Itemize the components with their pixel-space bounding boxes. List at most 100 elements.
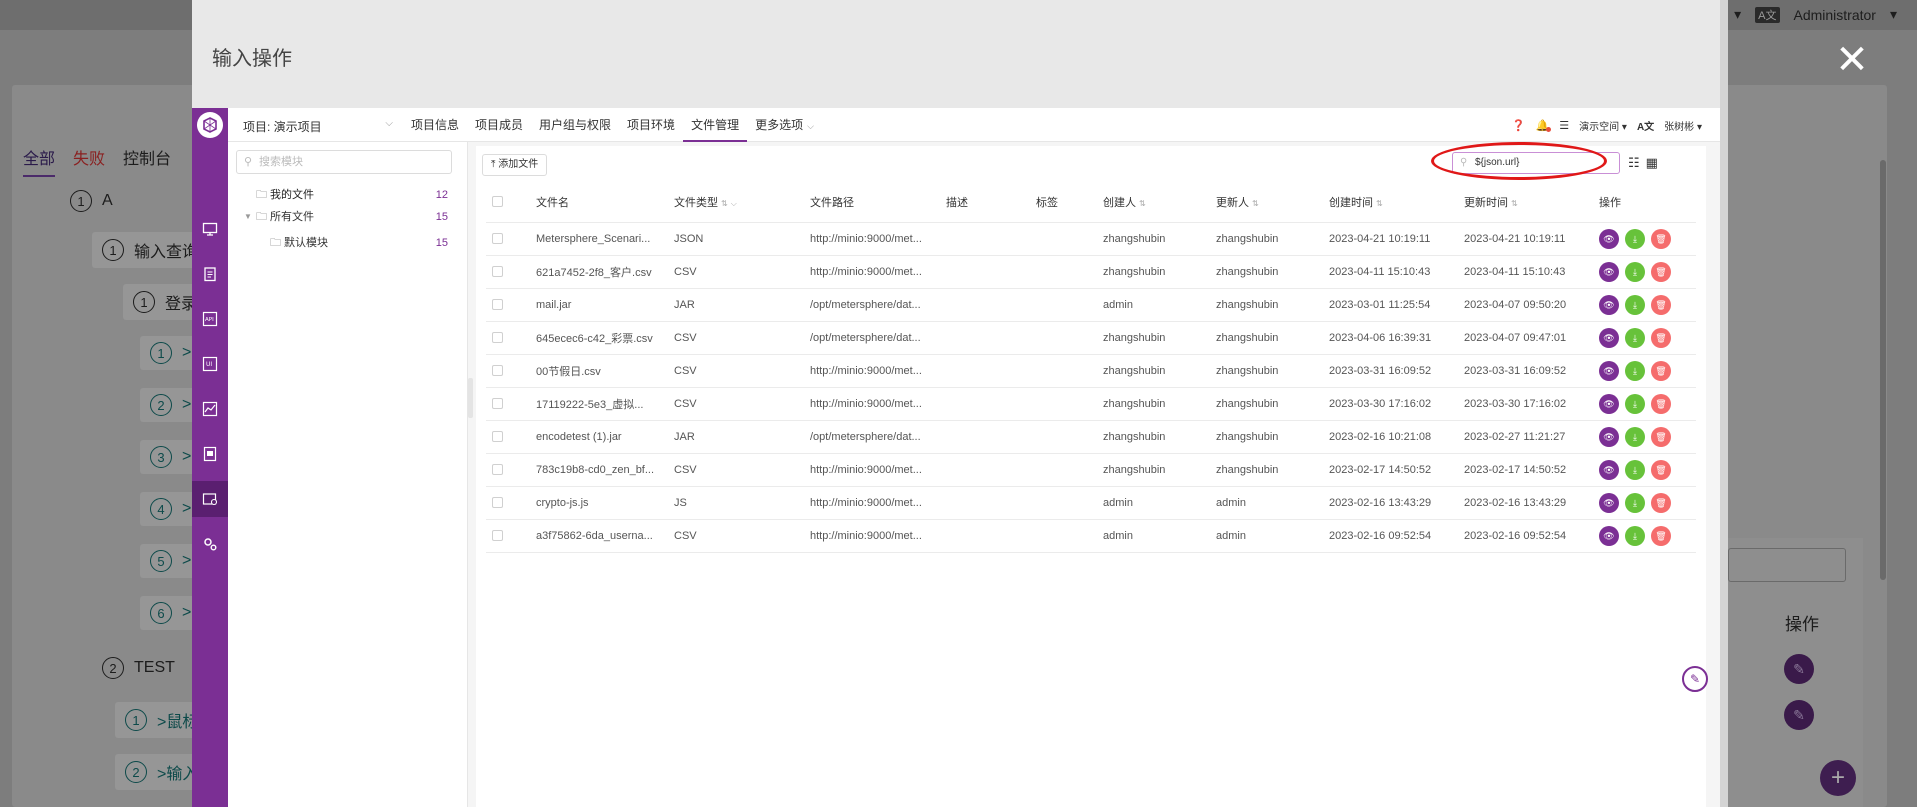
table-row[interactable]: 17119222-5e3_虚拟... CSV http://minio:9000/m… <box>486 387 1696 421</box>
col-create-time[interactable]: 创建时间 ⇅ <box>1329 182 1464 223</box>
workspace-selector[interactable]: 演示空间 ▾ <box>1579 118 1627 133</box>
sidebar-project-settings-icon[interactable] <box>192 481 228 517</box>
view-icon[interactable]: 👁 <box>1599 492 1619 513</box>
table-row[interactable]: Metersphere_Scenari... JSON http://minio:9… <box>486 222 1696 256</box>
sidebar-performance-icon[interactable] <box>192 391 228 427</box>
download-icon[interactable]: ⤓ <box>1625 525 1645 546</box>
col-creator[interactable]: 创建人 ⇅ <box>1103 182 1216 223</box>
sidebar-system-settings-icon[interactable] <box>192 526 228 562</box>
view-icon[interactable]: 👁 <box>1599 327 1619 348</box>
view-icon[interactable]: 👁 <box>1599 360 1619 381</box>
background-tree-node: 1A <box>60 184 123 218</box>
table-row[interactable]: a3f75862-6da_userna... CSV http://minio:90… <box>486 519 1696 553</box>
view-icon[interactable]: 👁 <box>1599 228 1619 249</box>
download-icon[interactable]: ⤓ <box>1625 426 1645 447</box>
filter-icon[interactable]: ⌵ <box>731 199 737 208</box>
nav-file-management[interactable]: 文件管理 <box>683 108 748 142</box>
cell-tags <box>1036 519 1103 553</box>
download-icon[interactable]: ⤓ <box>1625 459 1645 480</box>
view-icon[interactable]: 👁 <box>1599 261 1619 282</box>
sidebar-ui-icon[interactable]: UI <box>192 346 228 382</box>
download-icon[interactable]: ⤓ <box>1625 393 1645 414</box>
row-checkbox[interactable] <box>492 299 503 311</box>
delete-icon[interactable]: 🗑 <box>1651 360 1671 381</box>
grid-view-icon[interactable]: ▦ <box>1646 155 1658 171</box>
project-selector[interactable]: 项目: 演示项目 ⌵ <box>243 118 393 135</box>
floating-help-icon[interactable]: ✎ <box>1682 666 1708 692</box>
table-row[interactable]: 783c19b8-cd0_zen_bf... CSV http://minio:90… <box>486 453 1696 487</box>
delete-icon[interactable]: 🗑 <box>1651 426 1671 447</box>
user-menu[interactable]: 张树彬 ▾ <box>1664 118 1702 133</box>
nav-user-groups[interactable]: 用户组与权限 <box>531 108 619 142</box>
sort-icon[interactable]: ⇅ <box>1511 199 1518 208</box>
delete-icon[interactable]: 🗑 <box>1651 459 1671 480</box>
view-icon[interactable]: 👁 <box>1599 525 1619 546</box>
row-checkbox[interactable] <box>492 266 503 278</box>
bell-icon[interactable]: 🔔 <box>1536 119 1551 132</box>
delete-icon[interactable]: 🗑 <box>1651 228 1671 249</box>
sidebar-workstation-icon[interactable] <box>192 211 228 247</box>
delete-icon[interactable]: 🗑 <box>1651 327 1671 348</box>
col-file-type[interactable]: 文件类型 ⇅ ⌵ <box>674 182 810 223</box>
tree-node-default-module[interactable]: 🗀 默认模块 15 <box>228 232 458 254</box>
delete-icon[interactable]: 🗑 <box>1651 294 1671 315</box>
view-icon[interactable]: 👁 <box>1599 294 1619 315</box>
nav-project-members[interactable]: 项目成员 <box>467 108 531 142</box>
nav-project-env[interactable]: 项目环境 <box>619 108 683 142</box>
delete-icon[interactable]: 🗑 <box>1651 261 1671 282</box>
panel-splitter[interactable] <box>468 378 473 418</box>
tree-node-all-files[interactable]: ▼ 🗀 所有文件 15 <box>228 206 458 228</box>
delete-icon[interactable]: 🗑 <box>1651 492 1671 513</box>
background-user-menu: ▾ A文 Administrator ▾ <box>1734 6 1897 23</box>
sort-icon[interactable]: ⇅ <box>1376 199 1383 208</box>
close-dialog-icon[interactable]: ✕ <box>1834 40 1870 80</box>
row-checkbox[interactable] <box>492 497 503 509</box>
cell-create-time: 2023-02-16 10:21:08 <box>1329 420 1464 454</box>
nav-more-options[interactable]: 更多选项 ⌵ <box>747 108 822 142</box>
row-checkbox[interactable] <box>492 464 503 476</box>
view-icon[interactable]: 👁 <box>1599 393 1619 414</box>
module-search-input[interactable]: ⚲ 搜索模块 <box>236 150 452 174</box>
col-updater[interactable]: 更新人 ⇅ <box>1216 182 1329 223</box>
row-checkbox[interactable] <box>492 398 503 410</box>
sort-icon[interactable]: ⇅ <box>1139 199 1146 208</box>
table-row[interactable]: crypto-js.js JS http://minio:9000/met... ad… <box>486 486 1696 520</box>
view-icon[interactable]: 👁 <box>1599 459 1619 480</box>
download-icon[interactable]: ⤓ <box>1625 228 1645 249</box>
task-list-icon[interactable]: ☰ <box>1559 119 1569 132</box>
col-update-time[interactable]: 更新时间 ⇅ <box>1464 182 1599 223</box>
table-row[interactable]: 645ecec6-c42_彩票.csv CSV/opt/metersphere/d… <box>486 321 1696 355</box>
row-checkbox[interactable] <box>492 431 503 443</box>
dialog-title: 输入操作 <box>212 48 292 70</box>
sort-icon[interactable]: ⇅ <box>1252 199 1259 208</box>
language-icon[interactable]: A文 <box>1637 118 1654 133</box>
nav-project-info[interactable]: 项目信息 <box>403 108 467 142</box>
tree-node-my-files[interactable]: 🗀 我的文件 12 <box>228 184 458 206</box>
table-row[interactable]: encodetest (1).jar JAR/opt/metersphere/da… <box>486 420 1696 454</box>
download-icon[interactable]: ⤓ <box>1625 327 1645 348</box>
row-checkbox[interactable] <box>492 332 503 344</box>
table-row[interactable]: 621a7452-2f8_客户.csv CSV http://minio:9000/… <box>486 255 1696 289</box>
delete-icon[interactable]: 🗑 <box>1651 393 1671 414</box>
download-icon[interactable]: ⤓ <box>1625 294 1645 315</box>
row-checkbox[interactable] <box>492 365 503 377</box>
step-number: 6 <box>150 602 172 624</box>
download-icon[interactable]: ⤓ <box>1625 492 1645 513</box>
sidebar-report-icon[interactable] <box>192 436 228 472</box>
caret-down-icon[interactable]: ▼ <box>244 206 252 228</box>
download-icon[interactable]: ⤓ <box>1625 360 1645 381</box>
sort-icon[interactable]: ⇅ <box>721 199 728 208</box>
list-view-icon[interactable]: ☷ <box>1628 155 1640 171</box>
delete-icon[interactable]: 🗑 <box>1651 525 1671 546</box>
table-row[interactable]: mail.jar JAR/opt/metersphere/dat... admin z… <box>486 288 1696 322</box>
row-checkbox[interactable] <box>492 530 503 542</box>
select-all-checkbox[interactable] <box>492 196 503 208</box>
add-file-button[interactable]: ⤒ 添加文件 <box>482 154 548 176</box>
row-checkbox[interactable] <box>492 233 503 245</box>
help-icon[interactable]: ❓ <box>1512 119 1526 132</box>
download-icon[interactable]: ⤓ <box>1625 261 1645 282</box>
sidebar-api-icon[interactable]: API <box>192 301 228 337</box>
table-row[interactable]: 00节假日.csv CSV http://minio:9000/met... zhan… <box>486 354 1696 388</box>
sidebar-track-icon[interactable] <box>192 256 228 292</box>
view-icon[interactable]: 👁 <box>1599 426 1619 447</box>
